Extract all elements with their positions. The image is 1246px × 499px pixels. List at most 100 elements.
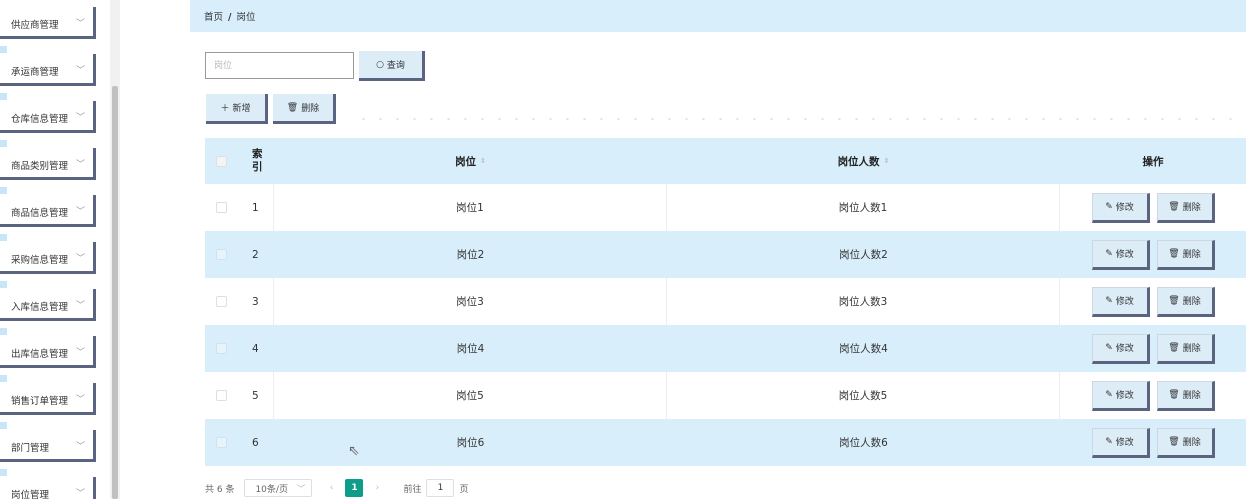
pagination: 共 6 条 10条/页 ﹀ ‹ 1 › 前往 页 [205,478,805,498]
sidebar-item-label: 仓库信息管理 [11,114,69,125]
delete-button[interactable]: 🗑 删除 [1156,380,1215,411]
sidebar-item-label: 承运商管理 [11,67,59,78]
row-checkbox[interactable] [216,437,227,448]
row-actions-cell: ✎ 修改 🗑 删除 [1060,419,1246,466]
edit-icon: ✎ [1105,436,1113,447]
row-checkbox[interactable] [216,343,227,354]
row-count-cell: 岗位人数2 [667,231,1060,278]
delete-button[interactable]: 🗑 删除 [1156,286,1215,317]
search-input[interactable] [205,52,354,79]
trash-icon: 🗑 [1168,201,1180,212]
select-all-checkbox[interactable] [216,155,227,167]
delete-button[interactable]: 🗑 删除 [1156,239,1215,270]
row-checkbox[interactable] [216,296,227,307]
page-number-current[interactable]: 1 [345,479,364,497]
row-position-cell: 岗位3 [274,278,667,325]
chevron-down-icon: ﹀ [75,301,85,311]
sidebar-item-label: 商品信息管理 [11,208,69,219]
row-position: 岗位3 [456,296,484,308]
next-page-button[interactable]: › [368,479,386,497]
row-count: 岗位人数2 [839,249,888,261]
header-actions-cell: 操作 [1060,138,1246,184]
sidebar-item-position[interactable]: 岗位管理 ﹀ [0,469,96,499]
row-count: 岗位人数1 [838,202,888,214]
edit-button[interactable]: ✎ 修改 [1091,427,1150,458]
batch-delete-button[interactable]: 🗑 删除 [273,94,336,124]
row-count: 岗位人数3 [838,296,888,308]
sidebar-item-purchase[interactable]: 采购信息管理 ﹀ [0,234,96,274]
edit-button[interactable]: ✎ 修改 [1091,286,1150,317]
edit-button[interactable]: ✎ 修改 [1091,239,1150,270]
row-index: 1 [252,201,259,214]
delete-button-label: 删除 [1182,344,1201,354]
row-index: 4 [252,342,259,355]
row-position: 岗位1 [456,202,484,214]
header-index: 索引 [252,148,263,173]
row-count-cell: 岗位人数5 [667,372,1060,419]
sidebar-item-department[interactable]: 部门管理 ﹀ [0,422,96,462]
goto-suffix: 页 [459,484,469,495]
row-position-cell: 岗位1 [274,184,667,231]
delete-button-label: 删除 [1182,297,1201,307]
breadcrumb-home[interactable]: 首页 [204,12,223,23]
sort-icon[interactable]: ⇕ [884,157,890,165]
goto-page-input[interactable] [426,479,455,497]
delete-button-label: 删除 [1182,250,1201,260]
add-button[interactable]: ＋ 新增 [206,94,268,124]
chevron-down-icon: ﹀ [75,254,85,264]
main-content: 首页/岗位 ○ 查询 ＋ 新增 🗑 删除 索引 岗位⇕ 岗位人数⇕ 操作 1 岗… [190,0,1246,499]
row-position: 岗位4 [456,343,485,355]
chevron-right-icon: › [375,483,380,493]
delete-button[interactable]: 🗑 删除 [1156,192,1215,223]
data-table: 索引 岗位 ⇕ 岗位人数 ⇕ 操作 1 岗位1 岗位人数1 ✎ 修改 🗑 删除 2 岗位… [205,138,1246,466]
row-count-cell: 岗位人数6 [667,419,1060,466]
chevron-down-icon: ﹀ [75,442,85,452]
sort-icon[interactable]: ⇕ [480,157,486,165]
delete-button[interactable]: 🗑 删除 [1156,333,1215,364]
header-count-cell[interactable]: 岗位人数 ⇕ [667,138,1060,184]
row-index-cell: 5 [238,372,274,419]
menu-marker [0,328,7,335]
sidebar-item-warehouse[interactable]: 仓库信息管理 ﹀ [0,93,96,133]
row-index-cell: 1 [238,184,274,231]
edit-icon: ✎ [1105,342,1113,353]
edit-icon: ✎ [1105,295,1113,306]
header-position-cell[interactable]: 岗位 ⇕ [274,138,667,184]
sidebar-item-product[interactable]: 商品信息管理 ﹀ [0,187,96,227]
delete-button[interactable]: 🗑 删除 [1156,427,1215,458]
trash-icon: 🗑 [1168,248,1180,259]
sidebar-item-outbound[interactable]: 出库信息管理 ﹀ [0,328,96,368]
sidebar-item-supplier[interactable]: 供应商管理 ﹀ [0,7,96,39]
edit-button[interactable]: ✎ 修改 [1091,192,1150,223]
menu-marker [0,281,7,288]
sidebar-item-category[interactable]: 商品类别管理 ﹀ [0,140,96,180]
row-actions-cell: ✎ 修改 🗑 删除 [1060,372,1246,419]
scrollbar-thumb[interactable] [112,86,118,499]
sidebar-item-label: 入库信息管理 [11,302,69,313]
edit-button-label: 修改 [1115,297,1134,307]
row-check-cell [205,278,238,325]
chevron-down-icon: ﹀ [75,489,85,499]
chevron-down-icon: ﹀ [75,395,85,405]
sidebar-item-inbound[interactable]: 入库信息管理 ﹀ [0,281,96,321]
query-button[interactable]: ○ 查询 [359,51,425,81]
row-checkbox[interactable] [216,390,227,401]
row-checkbox[interactable] [216,202,227,213]
edit-icon: ✎ [1105,201,1113,212]
row-checkbox[interactable] [216,249,227,260]
query-button-label: 查询 [386,61,405,71]
delete-button-label: 删除 [1182,203,1201,213]
header-index-cell: 索引 [238,138,274,184]
sidebar-item-sales-order[interactable]: 销售订单管理 ﹀ [0,375,96,415]
row-check-cell [205,231,238,278]
edit-button[interactable]: ✎ 修改 [1091,380,1150,411]
goto-prefix: 前往 [403,484,422,495]
page-size-select[interactable]: 10条/页 ﹀ [244,479,313,497]
edit-button-label: 修改 [1115,391,1134,401]
edit-button[interactable]: ✎ 修改 [1091,333,1150,364]
chevron-down-icon: ﹀ [75,66,85,76]
sidebar-item-label: 岗位管理 [11,490,50,499]
sidebar-item-carrier[interactable]: 承运商管理 ﹀ [0,46,96,86]
edit-icon: ✎ [1105,389,1113,400]
prev-page-button[interactable]: ‹ [322,479,340,497]
